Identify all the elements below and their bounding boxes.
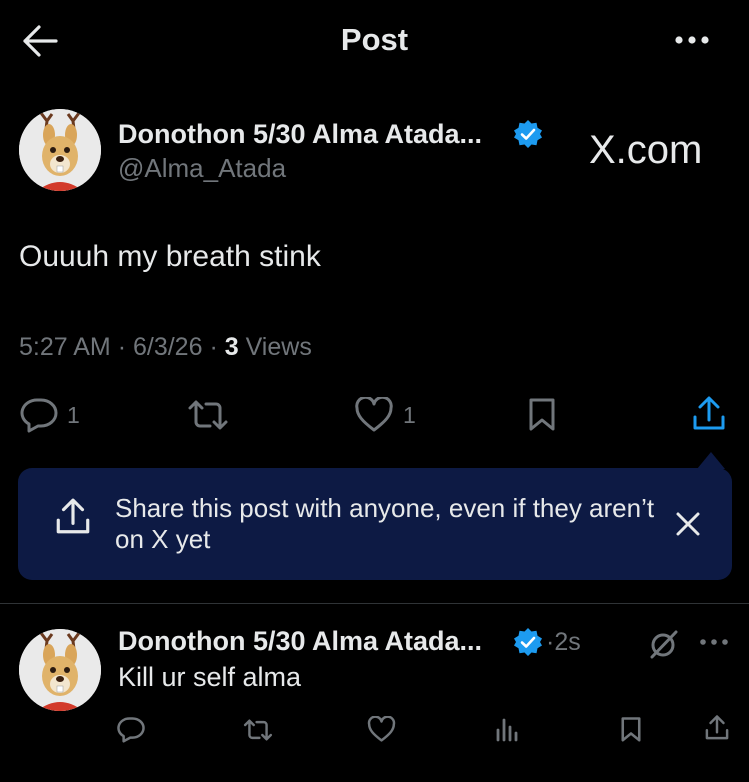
close-icon[interactable] — [675, 511, 701, 537]
post-date: 6/3/26 — [132, 333, 203, 361]
reply-more-options-icon[interactable] — [696, 632, 732, 652]
separator-dot: · — [209, 333, 218, 361]
reply-repost-icon[interactable] — [243, 717, 273, 743]
x-com-watermark: X.com — [589, 128, 703, 172]
post-text: Ouuuh my breath stink — [19, 240, 321, 273]
repost-icon[interactable] — [187, 397, 229, 433]
verified-badge-icon — [513, 627, 543, 657]
grok-icon[interactable] — [648, 628, 680, 660]
reply-timestamp: ·2s — [546, 628, 581, 657]
reply-icon[interactable] — [20, 397, 58, 433]
post-time: 5:27 AM — [19, 333, 111, 361]
avatar[interactable] — [19, 109, 101, 191]
post-meta: 5:27 AM · 6/3/26 · 3 Views — [19, 333, 312, 362]
reply-time: 2s — [554, 628, 581, 656]
reply-like-icon[interactable] — [367, 716, 396, 743]
reply-author-name[interactable]: Donothon 5/30 Alma Atada... — [118, 626, 482, 657]
more-options-icon[interactable] — [670, 28, 714, 52]
reply-text: Kill ur self alma — [118, 662, 302, 692]
reply-count: 1 — [67, 402, 80, 428]
share-upload-icon — [54, 497, 92, 537]
reply-avatar[interactable] — [19, 629, 101, 711]
separator-dot: · — [117, 333, 127, 361]
reply-share-icon[interactable] — [704, 714, 730, 742]
like-count: 1 — [403, 402, 416, 428]
views-label: Views — [245, 333, 312, 361]
reply-bookmark-icon[interactable] — [619, 715, 643, 743]
popup-pointer — [697, 452, 725, 469]
reply-reply-icon[interactable] — [117, 716, 145, 743]
share-icon[interactable] — [691, 395, 727, 433]
divider — [0, 603, 749, 604]
verified-badge-icon — [513, 119, 543, 149]
reply-views-icon[interactable] — [494, 716, 520, 742]
bookmark-icon[interactable] — [526, 396, 558, 432]
author-handle[interactable]: @Alma_Atada — [118, 153, 286, 184]
page-title: Post — [340, 22, 409, 57]
author-name[interactable]: Donothon 5/30 Alma Atada... — [118, 119, 482, 150]
views-count: 3 — [224, 333, 239, 361]
like-heart-icon[interactable] — [354, 397, 394, 433]
share-tooltip-text: Share this post with anyone, even if the… — [115, 493, 655, 554]
